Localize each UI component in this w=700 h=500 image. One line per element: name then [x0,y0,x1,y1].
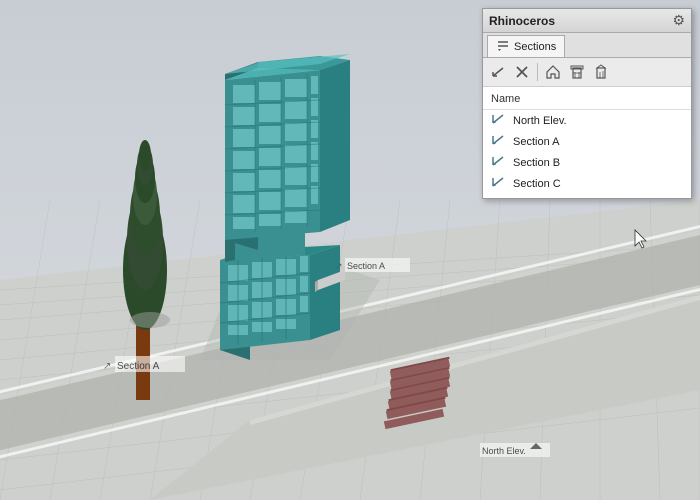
panel-toolbar [483,58,691,87]
settings-icon[interactable]: ⚙ [672,12,685,29]
list-item-section-b[interactable]: Section B [483,152,691,173]
list-item-section-a[interactable]: Section A [483,131,691,152]
svg-text:↗: ↗ [335,261,343,271]
section-b-label: Section B [513,157,560,169]
building1-button[interactable] [566,61,588,83]
viewport: Section A ↗ Section A ↗ North Elev. Rhin… [0,0,700,500]
north-elev-icon [491,113,507,128]
tab-bar: Sections [483,33,691,58]
svg-text:North Elev.: North Elev. [482,446,526,456]
list-item-section-c[interactable]: Section C [483,173,691,194]
sections-tab-icon [496,39,510,54]
svg-text:Section A: Section A [117,361,160,372]
section-b-icon [491,155,507,170]
separator-1 [537,63,538,81]
section-c-icon [491,176,507,191]
list-item-north-elev[interactable]: North Elev. [483,110,691,131]
panel-titlebar: Rhinoceros ⚙ [483,9,691,33]
panel-title: Rhinoceros [489,14,555,28]
svg-text:↗: ↗ [103,361,111,372]
section-a-icon [491,134,507,149]
delete-button[interactable] [511,61,533,83]
list-header: Name [483,91,691,110]
panel-content: Name North Elev. [483,87,691,198]
rhinoceros-panel: Rhinoceros ⚙ Sections [482,8,692,199]
home-button[interactable] [542,61,564,83]
building2-button[interactable] [590,61,612,83]
tab-sections[interactable]: Sections [487,35,565,57]
section-c-label: Section C [513,178,561,190]
add-section-button[interactable] [487,61,509,83]
north-elev-label: North Elev. [513,115,567,127]
section-a-label: Section A [513,136,559,148]
tab-sections-label: Sections [514,41,556,53]
svg-text:Section A: Section A [347,261,385,271]
